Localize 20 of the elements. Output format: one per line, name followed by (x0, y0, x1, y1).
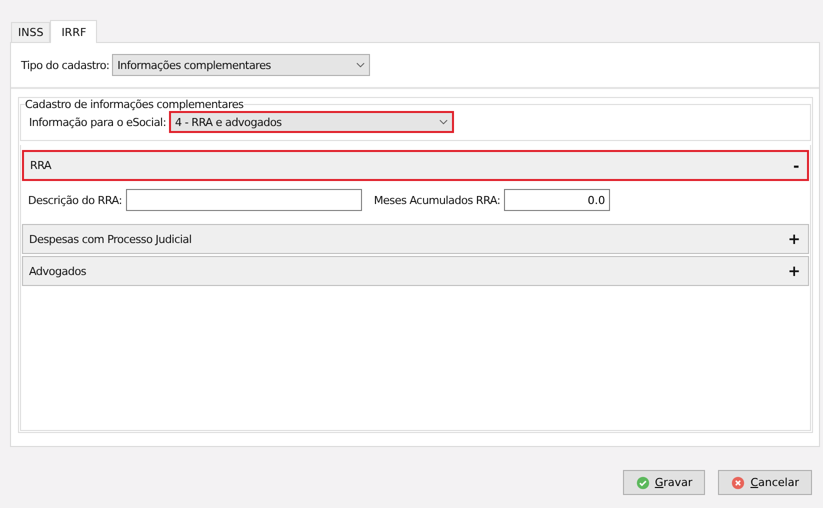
save-button[interactable]: Gravar (622, 470, 706, 495)
tab[interactable]: INSS (11, 22, 50, 42)
input-field[interactable] (126, 189, 362, 211)
section-header[interactable]: Despesas com Processo Judicial + (22, 224, 809, 254)
section-header[interactable]: RRA - (22, 150, 809, 181)
field-label: Tipo do cadastro: (21, 58, 110, 72)
field-label: Meses Acumulados RRA: (374, 194, 500, 206)
chevron-icon (439, 119, 448, 125)
field-label: Descrição do RRA: (28, 194, 122, 206)
check-icon (636, 476, 650, 490)
tab[interactable]: IRRF (50, 20, 98, 43)
close-icon (731, 476, 746, 490)
dropdown[interactable]: Informações complementares (112, 54, 370, 76)
cancel-button[interactable]: Cancelar (718, 470, 812, 495)
dropdown[interactable]: 4 - RRA e advogados (169, 111, 454, 133)
field-label: Informação para o eSocial: (29, 116, 166, 128)
chevron-icon (356, 62, 366, 68)
input-field[interactable]: 0.0 (504, 189, 610, 211)
section-header[interactable]: Advogados + (22, 256, 809, 286)
group-legend: Cadastro de informações complementares (25, 98, 244, 111)
